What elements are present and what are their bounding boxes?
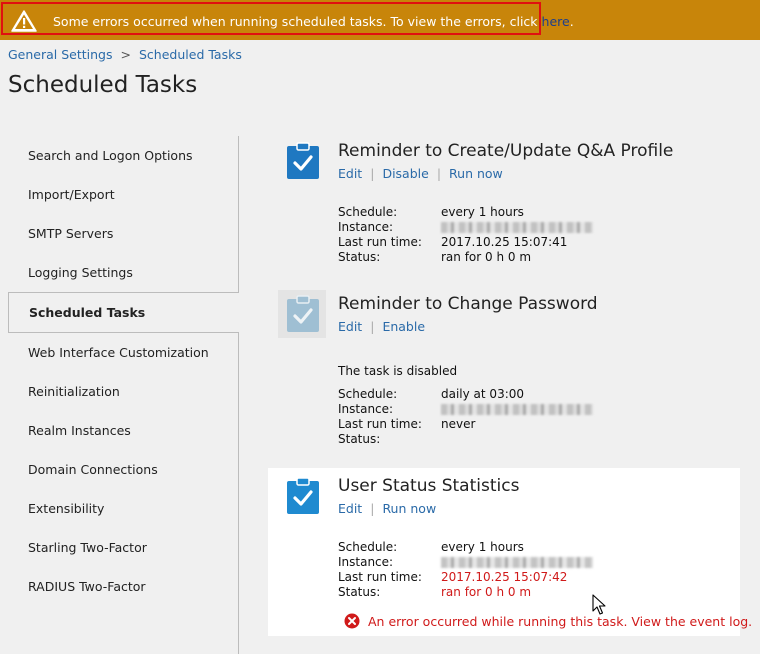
status-label: Status: bbox=[338, 432, 381, 446]
instance-label: Instance: bbox=[338, 555, 394, 569]
sidebar-item-scheduled-tasks[interactable]: Scheduled Tasks bbox=[8, 292, 239, 333]
edit-link[interactable]: Edit bbox=[338, 319, 362, 334]
clipboard-check-icon bbox=[287, 142, 319, 179]
instance-value-redacted bbox=[441, 557, 593, 568]
view-event-log-link[interactable]: View the event log. bbox=[631, 614, 752, 629]
disable-link[interactable]: Disable bbox=[382, 166, 428, 181]
page-title: Scheduled Tasks bbox=[8, 72, 198, 98]
sidebar-item-logging-settings[interactable]: Logging Settings bbox=[8, 253, 238, 292]
edit-link[interactable]: Edit bbox=[338, 501, 362, 516]
run-now-link[interactable]: Run now bbox=[382, 501, 436, 516]
last-run-label: Last run time: bbox=[338, 417, 422, 431]
breadcrumb-general-settings[interactable]: General Settings bbox=[8, 47, 113, 62]
instance-value-redacted bbox=[441, 222, 593, 233]
mouse-cursor-icon bbox=[592, 594, 606, 615]
task-disabled-note: The task is disabled bbox=[338, 364, 458, 378]
sidebar-item-smtp-servers[interactable]: SMTP Servers bbox=[8, 214, 238, 253]
last-run-value: 2017.10.25 15:07:42 bbox=[441, 570, 568, 584]
schedule-value: daily at 03:00 bbox=[441, 387, 525, 401]
sidebar-item-radius[interactable]: RADIUS Two-Factor bbox=[8, 567, 238, 606]
status-label: Status: bbox=[338, 585, 381, 599]
warning-suffix: . bbox=[569, 14, 574, 29]
action-separator: | bbox=[370, 166, 375, 181]
instance-label: Instance: bbox=[338, 220, 394, 234]
sidebar-item-import-export[interactable]: Import/Export bbox=[8, 175, 238, 214]
task-title: Reminder to Change Password bbox=[338, 294, 598, 314]
task-title: Reminder to Create/Update Q&A Profile bbox=[338, 141, 674, 161]
run-now-link[interactable]: Run now bbox=[449, 166, 503, 181]
status-label: Status: bbox=[338, 250, 381, 264]
breadcrumb-scheduled-tasks[interactable]: Scheduled Tasks bbox=[139, 47, 242, 62]
last-run-value: never bbox=[441, 417, 476, 431]
task-title: User Status Statistics bbox=[338, 476, 520, 496]
sidebar-item-web-interface[interactable]: Web Interface Customization bbox=[8, 333, 238, 372]
task-actions: Edit | Disable | Run now bbox=[338, 166, 503, 181]
task-error-message: An error occurred while running this tas… bbox=[344, 613, 752, 629]
schedule-label: Schedule: bbox=[338, 205, 398, 219]
schedule-label: Schedule: bbox=[338, 540, 398, 554]
action-separator: | bbox=[370, 501, 375, 516]
schedule-value: every 1 hours bbox=[441, 205, 524, 219]
error-icon bbox=[344, 613, 360, 629]
instance-value-redacted bbox=[441, 404, 593, 415]
clipboard-check-icon bbox=[287, 295, 319, 332]
edit-link[interactable]: Edit bbox=[338, 166, 362, 181]
sidebar-item-extensibility[interactable]: Extensibility bbox=[8, 489, 238, 528]
schedule-label: Schedule: bbox=[338, 387, 398, 401]
warning-banner-text: Some errors occurred when running schedu… bbox=[53, 14, 574, 29]
view-errors-link[interactable]: here bbox=[542, 14, 570, 29]
warning-message: Some errors occurred when running schedu… bbox=[53, 14, 542, 29]
enable-link[interactable]: Enable bbox=[382, 319, 425, 334]
warning-banner-box: Some errors occurred when running schedu… bbox=[1, 2, 574, 35]
sidebar-item-domain-connections[interactable]: Domain Connections bbox=[8, 450, 238, 489]
last-run-value: 2017.10.25 15:07:41 bbox=[441, 235, 568, 249]
last-run-label: Last run time: bbox=[338, 235, 422, 249]
warning-icon bbox=[11, 10, 37, 32]
status-value: ran for 0 h 0 m bbox=[441, 250, 532, 264]
breadcrumb: General Settings > Scheduled Tasks bbox=[8, 47, 242, 62]
warning-banner: Some errors occurred when running schedu… bbox=[0, 0, 760, 40]
action-separator: | bbox=[370, 319, 375, 334]
schedule-value: every 1 hours bbox=[441, 540, 524, 554]
settings-sidebar: Search and Logon Options Import/Export S… bbox=[8, 136, 239, 654]
sidebar-item-realm-instances[interactable]: Realm Instances bbox=[8, 411, 238, 450]
sidebar-item-starling[interactable]: Starling Two-Factor bbox=[8, 528, 238, 567]
instance-label: Instance: bbox=[338, 402, 394, 416]
status-value: ran for 0 h 0 m bbox=[441, 585, 532, 599]
sidebar-item-search-logon[interactable]: Search and Logon Options bbox=[8, 136, 238, 175]
action-separator: | bbox=[436, 166, 442, 181]
clipboard-check-icon bbox=[287, 477, 319, 514]
task-actions: Edit | Enable bbox=[338, 319, 425, 334]
error-text: An error occurred while running this tas… bbox=[368, 614, 628, 629]
breadcrumb-separator: > bbox=[120, 47, 131, 62]
task-actions: Edit | Run now bbox=[338, 501, 436, 516]
last-run-label: Last run time: bbox=[338, 570, 422, 584]
sidebar-item-reinitialization[interactable]: Reinitialization bbox=[8, 372, 238, 411]
